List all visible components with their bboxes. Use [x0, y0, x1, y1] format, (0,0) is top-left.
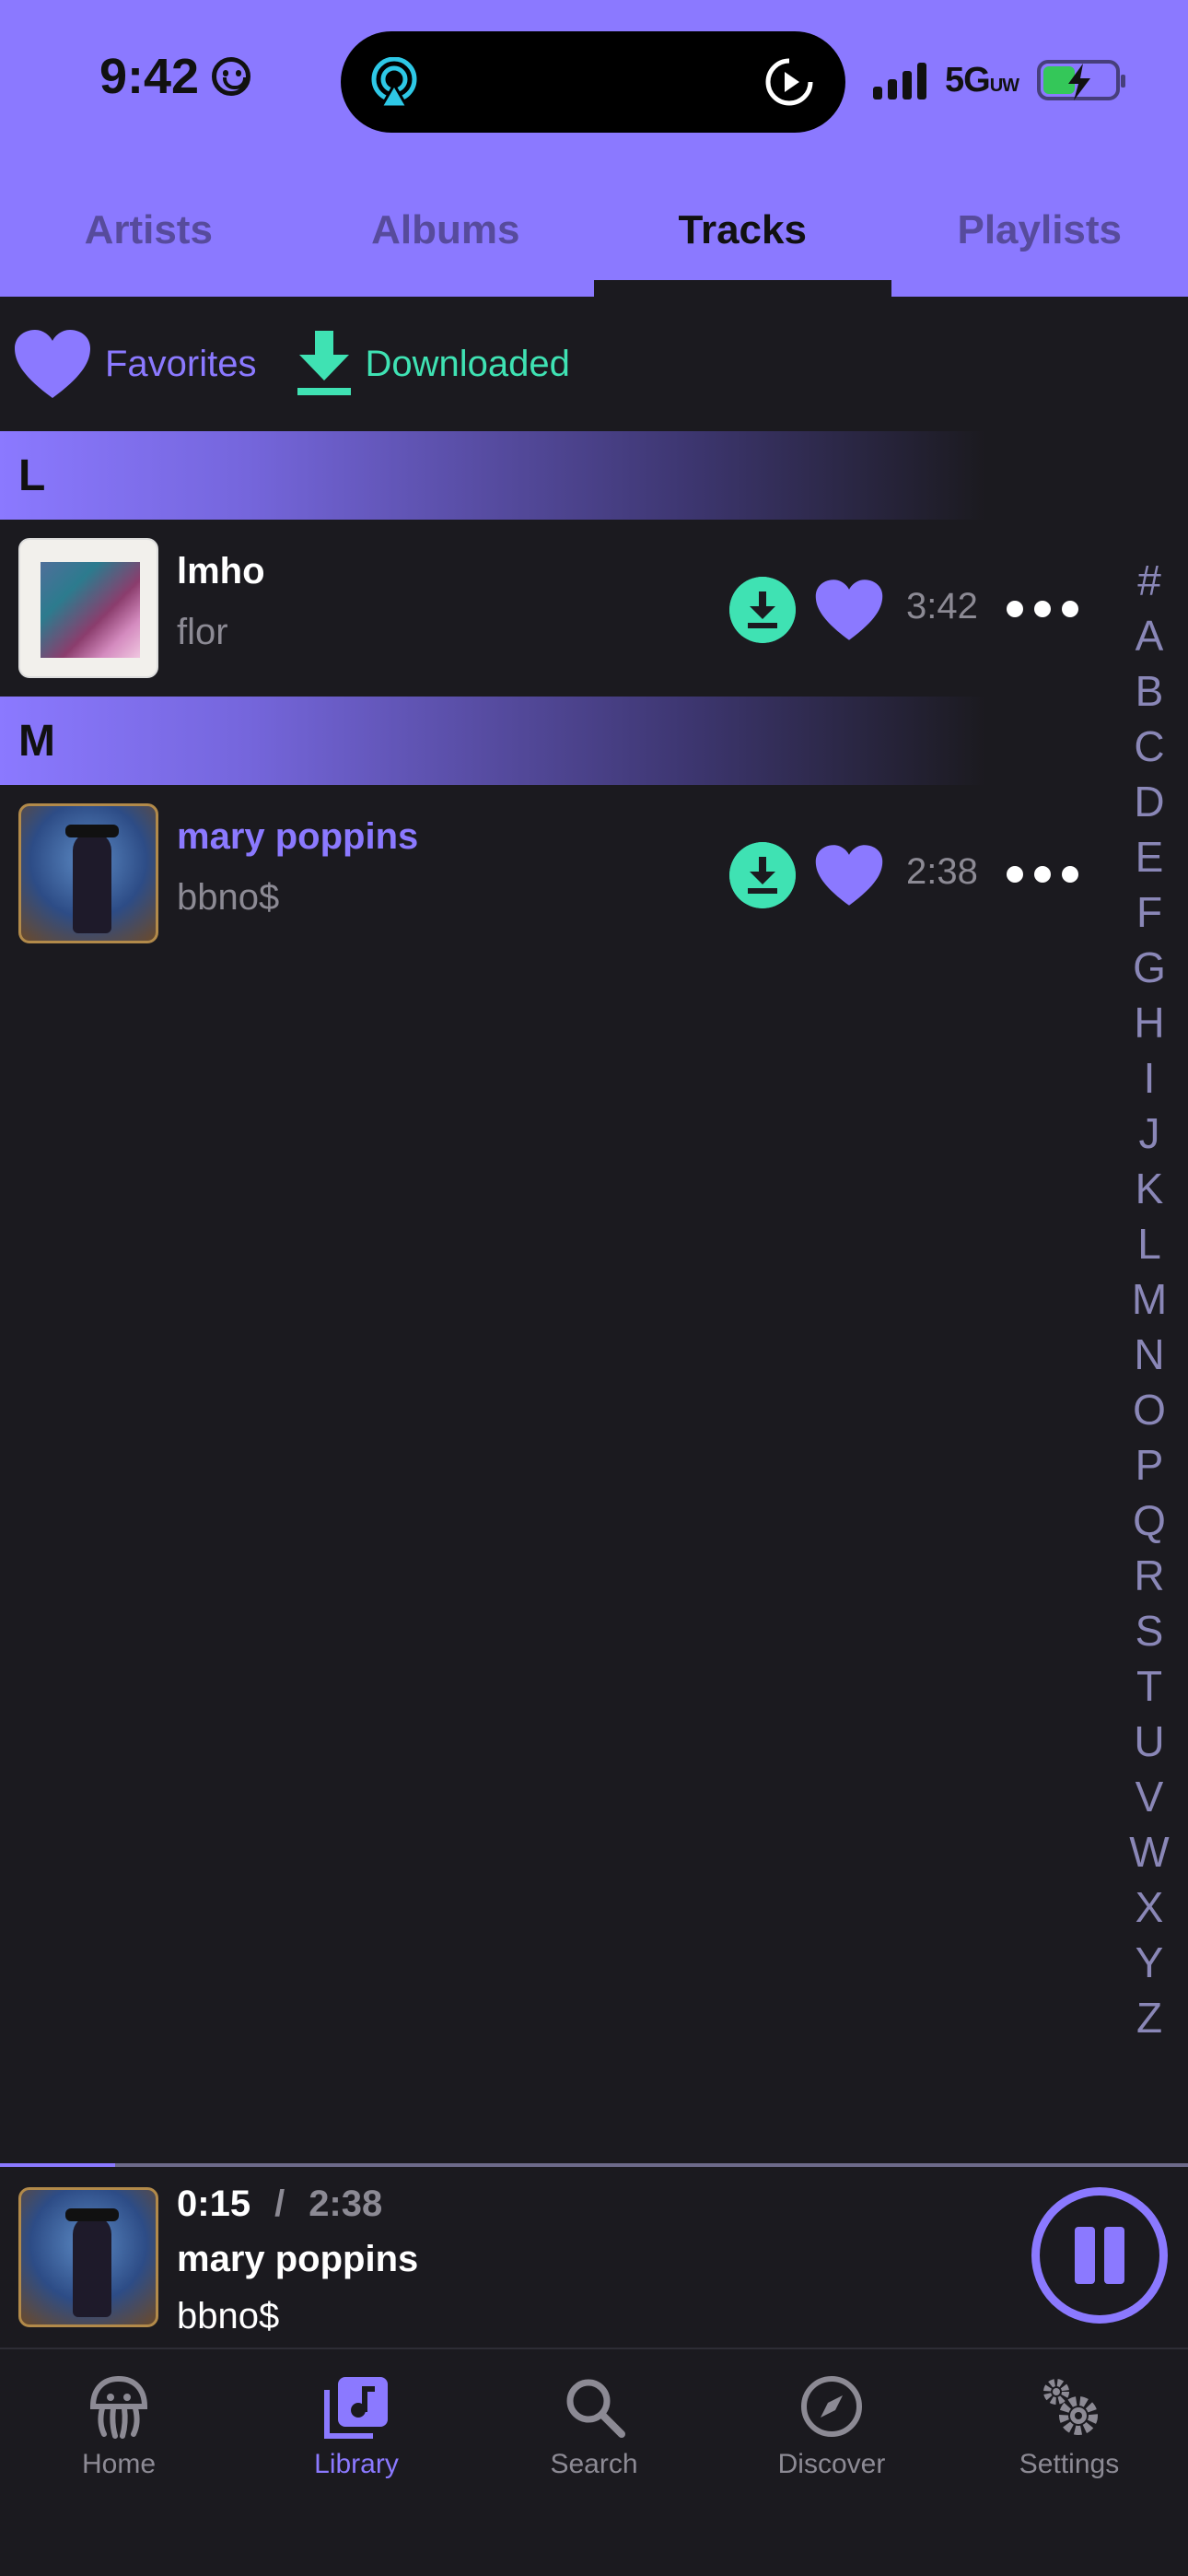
nav-search-label: Search: [550, 2449, 638, 2479]
nav-settings-label: Settings: [1019, 2449, 1120, 2479]
alphabet-index-letter[interactable]: K: [1122, 1161, 1177, 1216]
alphabet-index-letter[interactable]: Q: [1122, 1493, 1177, 1548]
alphabet-index[interactable]: # A B C D E F G H I J K L M N O P Q R S T U V W X Y Z: [1122, 553, 1177, 2045]
tab-tracks[interactable]: Tracks: [594, 184, 891, 297]
alphabet-index-letter[interactable]: J: [1122, 1106, 1177, 1161]
compass-icon: [801, 2376, 862, 2437]
smiley-icon: [212, 57, 251, 96]
dynamic-island[interactable]: [341, 31, 845, 133]
favorites-label: Favorites: [105, 343, 257, 384]
elapsed-time: 0:15: [177, 2184, 251, 2224]
section-letter: M: [18, 716, 55, 766]
downloaded-icon: [729, 577, 796, 643]
section-header-l: L: [0, 431, 985, 520]
downloaded-label: Downloaded: [365, 343, 570, 384]
nav-discover[interactable]: Discover: [713, 2349, 950, 2576]
status-time: 9:42: [99, 48, 251, 105]
now-playing-title: mary poppins: [177, 2239, 419, 2279]
search-icon: [566, 2379, 625, 2438]
favorites-filter[interactable]: Favorites: [13, 328, 257, 400]
heart-icon[interactable]: [814, 577, 884, 643]
track-row[interactable]: mary poppins bbno$ 2:38: [0, 785, 1096, 962]
alphabet-index-letter[interactable]: R: [1122, 1548, 1177, 1603]
alphabet-index-letter[interactable]: T: [1122, 1658, 1177, 1714]
album-art: [18, 538, 158, 678]
playback-time: 0:15 / 2:38: [177, 2184, 382, 2225]
progress-bar[interactable]: [0, 2163, 1188, 2167]
battery-charging-icon: [1037, 60, 1126, 100]
alphabet-index-letter[interactable]: B: [1122, 663, 1177, 719]
track-artist: bbno$: [177, 877, 280, 918]
alphabet-index-letter[interactable]: C: [1122, 719, 1177, 774]
section-letter: L: [18, 451, 46, 500]
alphabet-index-letter[interactable]: S: [1122, 1603, 1177, 1658]
alphabet-index-letter[interactable]: Y: [1122, 1935, 1177, 1990]
alphabet-index-letter[interactable]: L: [1122, 1216, 1177, 1271]
time-separator: /: [274, 2184, 285, 2224]
header: 9:42 5GUW Artists Albums Tracks Playlist…: [0, 0, 1188, 297]
nav-search[interactable]: Search: [475, 2349, 713, 2576]
bottom-nav: Home Library Search Discover Settings: [0, 2348, 1188, 2576]
alphabet-index-letter[interactable]: A: [1122, 608, 1177, 663]
total-time: 2:38: [309, 2184, 383, 2224]
track-artist: flor: [177, 612, 228, 652]
track-title: lmho: [177, 551, 265, 591]
track-duration: 3:42: [906, 586, 978, 626]
downloaded-icon: [729, 842, 796, 908]
heart-icon[interactable]: [814, 842, 884, 908]
tab-playlists[interactable]: Playlists: [891, 184, 1188, 276]
alphabet-index-letter[interactable]: V: [1122, 1769, 1177, 1824]
play-icon[interactable]: [764, 57, 814, 107]
alphabet-index-letter[interactable]: F: [1122, 884, 1177, 940]
track-title: mary poppins: [177, 816, 419, 857]
nav-library-label: Library: [314, 2449, 399, 2479]
tab-albums[interactable]: Albums: [297, 184, 595, 276]
jellyfish-icon: [89, 2375, 148, 2439]
alphabet-index-letter[interactable]: #: [1122, 553, 1177, 608]
more-options-icon[interactable]: [1006, 859, 1079, 890]
nav-home[interactable]: Home: [0, 2349, 238, 2576]
nav-discover-label: Discover: [777, 2449, 886, 2479]
now-playing-art: [18, 2187, 158, 2327]
track-row[interactable]: lmho flor 3:42: [0, 520, 1096, 697]
now-playing-artist: bbno$: [177, 2296, 280, 2336]
status-right: 5GUW: [873, 57, 1126, 103]
status-time-text: 9:42: [99, 49, 200, 104]
nav-home-label: Home: [81, 2449, 157, 2479]
alphabet-index-letter[interactable]: P: [1122, 1437, 1177, 1493]
music-library-icon: [324, 2377, 388, 2439]
alphabet-index-letter[interactable]: M: [1122, 1271, 1177, 1327]
more-options-icon[interactable]: [1006, 593, 1079, 625]
alphabet-index-letter[interactable]: G: [1122, 940, 1177, 995]
alphabet-index-letter[interactable]: Z: [1122, 1990, 1177, 2045]
alphabet-index-letter[interactable]: N: [1122, 1327, 1177, 1382]
network-label: 5GUW: [945, 60, 1019, 100]
album-art: [18, 803, 158, 943]
pause-button[interactable]: [1031, 2187, 1168, 2324]
progress-fill: [0, 2163, 116, 2167]
alphabet-index-letter[interactable]: X: [1122, 1879, 1177, 1935]
alphabet-index-letter[interactable]: D: [1122, 774, 1177, 829]
track-duration: 2:38: [906, 851, 978, 892]
alphabet-index-letter[interactable]: O: [1122, 1382, 1177, 1437]
signal-icon: [873, 61, 926, 100]
downloaded-filter[interactable]: Downloaded: [296, 331, 570, 397]
filter-bar: Favorites Downloaded: [13, 322, 570, 405]
nav-settings[interactable]: Settings: [950, 2349, 1188, 2576]
section-header-m: M: [0, 697, 985, 785]
alphabet-index-letter[interactable]: E: [1122, 829, 1177, 884]
airplay-icon: [371, 57, 417, 109]
alphabet-index-letter[interactable]: H: [1122, 995, 1177, 1050]
top-tabs: Artists Albums Tracks Playlists: [0, 184, 1188, 297]
tab-artists[interactable]: Artists: [0, 184, 297, 276]
alphabet-index-letter[interactable]: I: [1122, 1050, 1177, 1106]
mini-player[interactable]: 0:15 / 2:38 mary poppins bbno$: [0, 2163, 1188, 2348]
download-icon: [297, 331, 351, 395]
alphabet-index-letter[interactable]: W: [1122, 1824, 1177, 1879]
gears-icon: [1043, 2379, 1098, 2435]
alphabet-index-letter[interactable]: U: [1122, 1714, 1177, 1769]
nav-library[interactable]: Library: [238, 2349, 475, 2576]
heart-icon: [15, 330, 90, 398]
